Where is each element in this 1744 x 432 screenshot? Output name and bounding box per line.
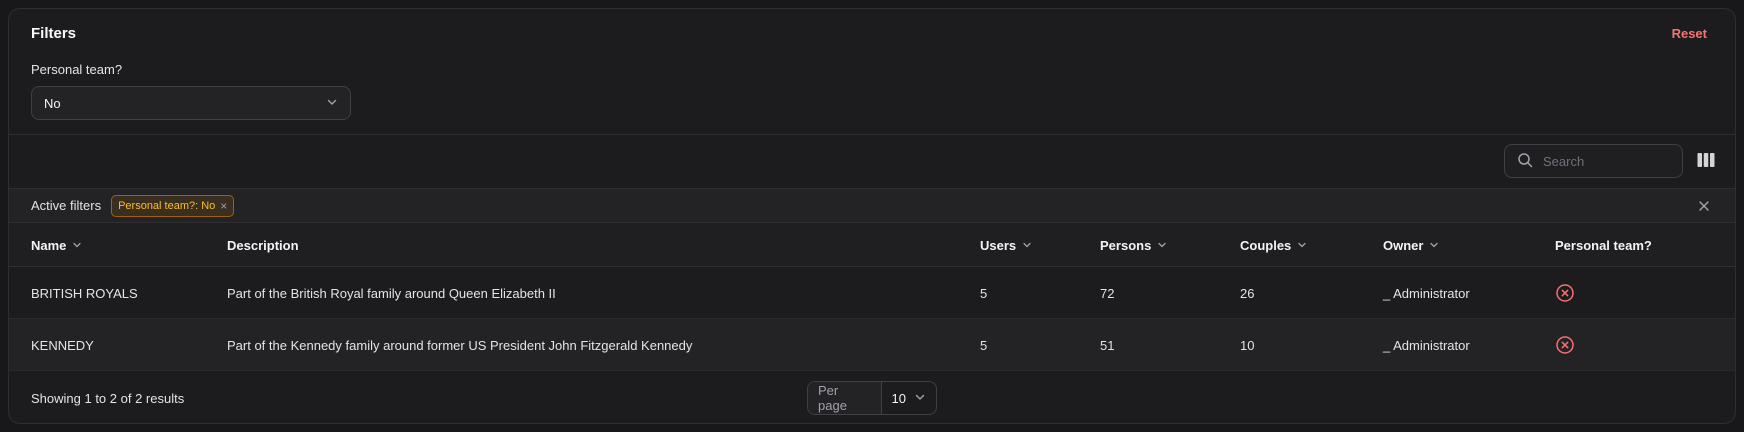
personal-team-filter-label: Personal team? — [31, 62, 123, 77]
personal-team-filter-value: No — [44, 95, 61, 111]
per-page-select[interactable]: 10 — [882, 391, 936, 406]
x-circle-icon — [1555, 267, 1575, 319]
active-filters-label: Active filters — [31, 198, 102, 213]
sort-chevron-icon — [1022, 238, 1032, 253]
active-filters-bar: Active filters Personal team?: No × — [9, 189, 1735, 223]
cell-persons: 72 — [1100, 285, 1115, 301]
cell-owner: _ Administrator — [1383, 337, 1470, 353]
active-filter-badge: Personal team?: No × — [111, 194, 235, 217]
table-toolbar — [9, 135, 1735, 189]
column-header-name[interactable]: Name — [31, 223, 82, 267]
pagination-summary: Showing 1 to 2 of 2 results — [31, 390, 185, 406]
column-header-owner[interactable]: Owner — [1383, 223, 1439, 267]
chevron-down-icon — [326, 96, 338, 111]
column-header-description: Description — [227, 223, 299, 267]
search-icon — [1517, 152, 1533, 171]
per-page-label: Per page — [808, 382, 882, 414]
table-footer: Showing 1 to 2 of 2 results Per page 10 — [9, 371, 1735, 423]
column-header-couples[interactable]: Couples — [1240, 223, 1307, 267]
column-header-personal-team-label: Personal team? — [1555, 237, 1652, 253]
cell-owner: _ Administrator — [1383, 285, 1470, 301]
filters-section: Filters Reset Personal team? No — [9, 9, 1735, 135]
table-row[interactable]: BRITISH ROYALS Part of the British Royal… — [9, 267, 1735, 319]
clear-filters-icon[interactable] — [1697, 199, 1711, 213]
search-field[interactable] — [1504, 144, 1683, 178]
search-input[interactable] — [1543, 153, 1663, 169]
cell-couples: 10 — [1240, 337, 1255, 353]
table-header-row: Name Description Users Persons Couples O… — [9, 223, 1735, 267]
sort-chevron-icon — [1157, 238, 1167, 253]
cell-description: Part of the Kennedy family around former… — [227, 337, 693, 353]
personal-team-filter-select[interactable]: No — [31, 86, 351, 120]
column-header-couples-label: Couples — [1240, 237, 1292, 253]
column-header-users-label: Users — [980, 237, 1017, 253]
column-header-users[interactable]: Users — [980, 223, 1032, 267]
column-header-description-label: Description — [227, 237, 299, 253]
per-page-control: Per page 10 — [807, 381, 937, 415]
cell-couples: 26 — [1240, 285, 1255, 301]
columns-toggle-icon[interactable] — [1697, 152, 1715, 168]
active-filter-badge-text: Personal team?: No — [118, 199, 216, 212]
cell-users: 5 — [980, 337, 988, 353]
x-circle-icon — [1555, 319, 1575, 371]
reset-filters-link[interactable]: Reset — [1672, 26, 1707, 41]
sort-chevron-icon — [72, 238, 82, 253]
teams-table-panel: Filters Reset Personal team? No Active f… — [8, 8, 1736, 424]
chevron-down-icon — [914, 391, 926, 406]
cell-name: BRITISH ROYALS — [31, 285, 138, 301]
cell-persons: 51 — [1100, 337, 1115, 353]
column-header-name-label: Name — [31, 237, 67, 253]
cell-description: Part of the British Royal family around … — [227, 285, 556, 301]
per-page-value: 10 — [891, 390, 906, 406]
cell-users: 5 — [980, 285, 988, 301]
column-header-owner-label: Owner — [1383, 237, 1424, 253]
sort-chevron-icon — [1297, 238, 1307, 253]
filters-title: Filters — [31, 25, 77, 42]
column-header-persons-label: Persons — [1100, 237, 1152, 253]
table-row[interactable]: KENNEDY Part of the Kennedy family aroun… — [9, 319, 1735, 371]
column-header-personal-team: Personal team? — [1555, 223, 1652, 267]
sort-chevron-icon — [1429, 238, 1439, 253]
cell-name: KENNEDY — [31, 337, 94, 353]
column-header-persons[interactable]: Persons — [1100, 223, 1167, 267]
remove-filter-icon[interactable]: × — [220, 199, 227, 213]
